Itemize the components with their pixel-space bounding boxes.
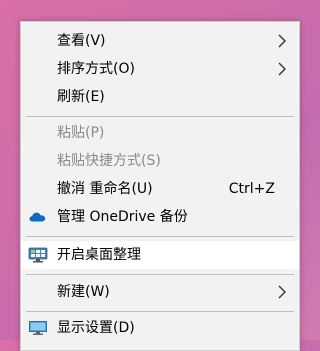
menu-separator: [26, 236, 294, 237]
shortcut-label: Ctrl+Z: [228, 181, 275, 197]
chevron-right-icon: [278, 34, 286, 48]
menu-separator: [26, 274, 294, 275]
menu-item-label: 查看(V): [57, 33, 106, 49]
menu-item-label: 粘贴(P): [57, 125, 105, 141]
menu-item-label: 管理 OneDrive 备份: [57, 209, 188, 225]
chevron-right-icon: [278, 62, 286, 76]
menu-item-undo-rename[interactable]: 撤消 重命名(U) Ctrl+Z: [21, 175, 299, 203]
display-settings-icon: [29, 321, 47, 335]
menu-separator: [26, 116, 294, 117]
menu-item-label: 刷新(E): [57, 89, 105, 105]
menu-item-label: 粘贴快捷方式(S): [57, 153, 161, 169]
menu-item-label: 排序方式(O): [57, 61, 135, 77]
menu-item-sort-by[interactable]: 排序方式(O): [21, 55, 299, 83]
chevron-right-icon: [278, 285, 286, 299]
desktop-context-menu: 查看(V) 排序方式(O) 刷新(E) 粘贴(P) 粘贴快捷方式(S) 撤消 重…: [20, 21, 300, 351]
menu-item-refresh[interactable]: 刷新(E): [21, 83, 299, 111]
onedrive-cloud-icon: [29, 212, 46, 222]
menu-item-display-settings[interactable]: 显示设置(D): [21, 314, 299, 342]
desktop-organizer-icon: [28, 247, 48, 263]
menu-item-paste: 粘贴(P): [21, 119, 299, 147]
menu-item-desktop-organizer[interactable]: 开启桌面整理: [21, 241, 299, 269]
menu-item-paste-shortcut: 粘贴快捷方式(S): [21, 147, 299, 175]
menu-item-view[interactable]: 查看(V): [21, 27, 299, 55]
menu-item-manage-onedrive-backup[interactable]: 管理 OneDrive 备份: [21, 203, 299, 231]
menu-separator: [26, 311, 294, 312]
menu-item-label: 显示设置(D): [57, 320, 135, 336]
menu-item-label: 撤消 重命名(U): [57, 181, 153, 197]
menu-item-label: 新建(W): [57, 284, 110, 300]
menu-item-new[interactable]: 新建(W): [21, 278, 299, 306]
menu-item-label: 开启桌面整理: [57, 247, 141, 263]
